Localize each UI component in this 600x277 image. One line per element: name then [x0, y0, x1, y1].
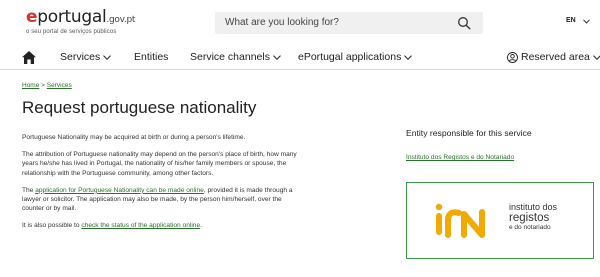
irn-logo-text: instituto dos registos e do notariado	[509, 202, 557, 232]
breadcrumb-services[interactable]: Services	[47, 82, 72, 89]
logo-text-line: registos	[509, 212, 550, 224]
nav-item-label: Service channels	[190, 51, 270, 63]
nav-item-services[interactable]: Services	[60, 51, 112, 63]
entity-heading: Entity responsible for this service	[406, 128, 532, 138]
chevron-down-icon	[593, 54, 600, 60]
paragraph: Portuguese Nationality may be acquired a…	[22, 134, 246, 141]
search-bar[interactable]: What are you looking for?	[215, 12, 483, 34]
check-status-link[interactable]: check the status of the application onli…	[81, 222, 200, 229]
paragraph-text: It is also possible to	[22, 222, 82, 230]
nav-item-service-channels[interactable]: Service channels	[190, 51, 281, 63]
reserved-area-link[interactable]: Reserved area	[521, 51, 600, 63]
chevron-down-icon[interactable]	[583, 19, 590, 24]
top-header: eportugal.gov.pt o seu portal de serviço…	[0, 0, 600, 44]
logo-wordmark: eportugal.gov.pt	[26, 7, 136, 27]
entity-link[interactable]: Instituto dos Registos e do Notariado	[406, 154, 514, 161]
search-icon[interactable]	[457, 16, 471, 30]
user-icon[interactable]	[507, 52, 518, 63]
breadcrumb-home[interactable]: Home	[22, 82, 39, 89]
paragraph: The application for Portuguese Nationali…	[22, 186, 302, 214]
logo-tagline: o seu portal de serviços públicos	[26, 29, 117, 35]
nav-item-label: ePortugal applications	[298, 51, 402, 63]
breadcrumb: Home > Services	[22, 82, 72, 89]
paragraph: The attribution of Portuguese nationalit…	[22, 151, 297, 177]
paragraph-text: .	[200, 222, 202, 230]
chevron-down-icon	[273, 54, 281, 60]
online-application-link[interactable]: application for Portuguese Nationality c…	[35, 187, 204, 194]
chevron-down-icon	[404, 54, 413, 60]
logo-text-line: e do notariado	[509, 224, 551, 231]
paragraph-text: The	[22, 186, 36, 194]
entity-logo[interactable]: instituto dos registos e do notariado	[406, 182, 594, 259]
irn-logo-mark	[435, 203, 485, 238]
nav-item-entities[interactable]: Entities	[134, 51, 168, 63]
home-icon[interactable]	[22, 51, 36, 64]
paragraph: It is also possible to check the status …	[22, 221, 302, 230]
logo-text-line: instituto dos	[509, 202, 558, 212]
eportugal-logo[interactable]: eportugal.gov.pt o seu portal de serviço…	[26, 8, 146, 38]
nav-item-eportugal-applications[interactable]: ePortugal applications	[298, 51, 413, 63]
nav-item-label: Services	[60, 51, 101, 63]
search-input[interactable]: What are you looking for?	[225, 17, 339, 28]
language-selector[interactable]: EN	[566, 17, 576, 24]
main-nav: Services Entities Service channels ePort…	[0, 44, 600, 70]
main-content: Portuguese Nationality may be acquired a…	[22, 133, 302, 239]
breadcrumb-separator: >	[41, 82, 45, 89]
chevron-down-icon	[103, 54, 112, 60]
page-title: Request portuguese nationality	[22, 98, 257, 117]
reserved-area-label: Reserved area	[521, 51, 590, 63]
